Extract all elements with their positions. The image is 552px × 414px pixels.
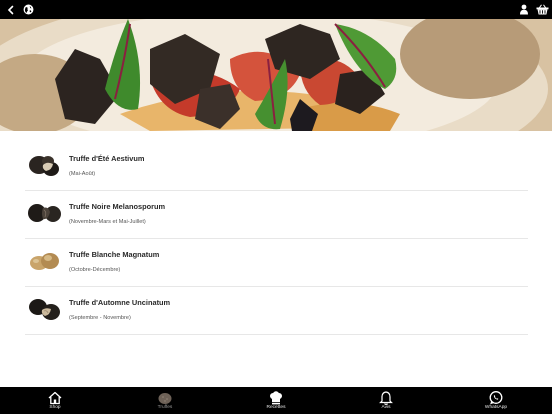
tab-label: Shop (49, 405, 61, 410)
basket-icon (536, 4, 549, 15)
truffle-list: Truffe d'Été Aestivum (Mai-Août) Truffe … (25, 143, 528, 335)
globe-icon (23, 4, 34, 15)
truffle-name: Truffe Noire Melanosporum (69, 202, 166, 211)
truffle-name: Truffe d'Automne Uncinatum (69, 298, 171, 307)
bottom-tab-bar: Shop Truffes Recettes Avis WhatsApp (0, 387, 552, 414)
black-truffle-thumb (29, 156, 59, 176)
truffle-season: (Novembre-Mars et Mai-Juillet) (69, 219, 146, 225)
tab-avis[interactable]: Avis (356, 387, 416, 414)
user-icon (519, 4, 528, 15)
language-button[interactable] (21, 2, 36, 17)
white-truffle-thumb (30, 253, 59, 270)
home-icon (48, 391, 62, 405)
truffle-season: (Octobre-Décembre) (69, 267, 121, 273)
chevron-left-icon (7, 5, 13, 14)
hero-image (0, 19, 552, 131)
black-truffle-thumb (28, 204, 61, 222)
account-button[interactable] (516, 2, 531, 17)
tab-label: Avis (381, 405, 391, 410)
list-item-uncinatum[interactable]: Truffe d'Automne Uncinatum (Septembre - … (25, 287, 528, 335)
tab-label: Truffes (157, 405, 173, 410)
bell-icon (379, 391, 393, 405)
truffle-season: (Mai-Août) (69, 171, 96, 177)
tab-whatsapp[interactable]: WhatsApp (466, 387, 526, 414)
truffle-name: Truffe Blanche Magnatum (69, 250, 160, 259)
back-button[interactable] (3, 2, 18, 17)
list-item-aestivum[interactable]: Truffe d'Été Aestivum (Mai-Août) (25, 143, 528, 191)
whatsapp-icon (489, 391, 503, 405)
tab-label: WhatsApp (484, 405, 508, 410)
list-item-magnatum[interactable]: Truffe Blanche Magnatum (Octobre-Décembr… (25, 239, 528, 287)
truffle-name: Truffe d'Été Aestivum (69, 154, 145, 163)
chef-hat-icon (270, 391, 282, 405)
truffle-season: (Septembre - Novembre) (69, 315, 131, 321)
tab-truffes[interactable]: Truffes (135, 387, 195, 414)
top-bar (0, 0, 552, 19)
list-item-melanosporum[interactable]: Truffe Noire Melanosporum (Novembre-Mars… (25, 191, 528, 239)
tab-shop[interactable]: Shop (25, 387, 85, 414)
tab-recettes[interactable]: Recettes (246, 387, 306, 414)
truffle-icon (158, 393, 172, 404)
cart-button[interactable] (535, 2, 550, 17)
tab-label: Recettes (266, 405, 286, 410)
truffle-dish-photo (0, 19, 552, 131)
black-truffle-thumb (29, 299, 60, 320)
